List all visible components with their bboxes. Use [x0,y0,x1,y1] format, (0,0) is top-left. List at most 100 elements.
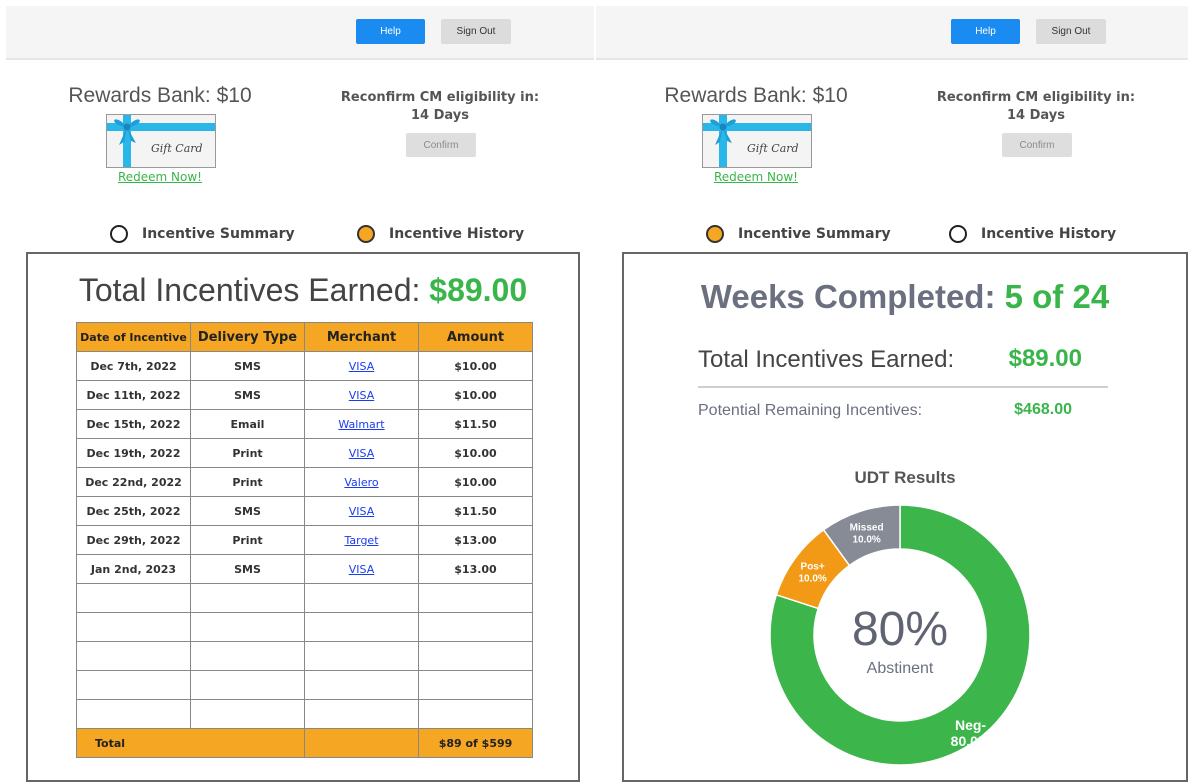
slice-label-value: 10.0% [798,574,826,585]
udt-chart-title: UDT Results [854,468,956,487]
table-row: Dec 7th, 2022 SMS VISA $10.00 [76,351,533,381]
total-label: Total [76,728,305,758]
slice-label-value: 80.0% [951,733,991,749]
table-header-row: Date of Incentive Delivery Type Merchant… [76,322,533,352]
amount-cell: $13.00 [418,554,533,584]
title-amount: $89.00 [429,272,528,308]
amount-cell: $11.50 [418,496,533,526]
radio-unselected-icon[interactable] [110,225,128,243]
help-button[interactable]: Help [951,19,1020,44]
tab-incentive-summary[interactable]: Incentive Summary [706,222,891,246]
top-bar: Help Sign Out [596,6,1188,60]
table-row: Dec 11th, 2022 SMS VISA $10.00 [76,380,533,410]
delivery-type-cell: Print [190,525,305,555]
donut-center-label: Abstinent [867,660,934,677]
redeem-now-link[interactable]: Redeem Now! [656,170,856,184]
help-button[interactable]: Help [356,19,425,44]
tab-label: Incentive Summary [738,226,891,242]
delivery-type-cell: SMS [190,496,305,526]
table-row: Dec 15th, 2022 Email Walmart $11.50 [76,409,533,439]
merchant-link[interactable]: VISA [304,438,419,468]
delivery-type-cell: Print [190,467,305,497]
slice-label-name: Missed [850,522,884,533]
radio-selected-icon[interactable] [357,225,375,243]
amount-cell: $10.00 [418,351,533,381]
top-bar: Help Sign Out [6,6,594,60]
total-earned-label: Total Incentives Earned: [698,346,955,373]
incentive-history-box: Total Incentives Earned: $89.00 Date of … [26,252,580,782]
weeks-value: 5 of 24 [1004,278,1110,315]
delivery-type-cell: Print [190,438,305,468]
total-earned-value: $89.00 [1008,345,1082,372]
incentive-history-panel: Help Sign Out Rewards Bank: $10 Gift Car… [0,0,594,782]
title-prefix: Total Incentives Earned: [78,272,430,308]
weeks-prefix: Weeks Completed: [700,278,1005,315]
date-cell: Dec 19th, 2022 [76,438,191,468]
date-cell: Dec 7th, 2022 [76,351,191,381]
date-cell: Dec 25th, 2022 [76,496,191,526]
delivery-type-cell: Email [190,409,305,439]
slice-label-name: Pos+ [801,562,825,573]
incentive-history-table: Date of Incentive Delivery Type Merchant… [76,322,533,758]
empty-row [76,583,533,613]
table-row: Dec 29th, 2022 Print Target $13.00 [76,525,533,555]
incentive-summary-box: Weeks Completed: 5 of 24 Total Incentive… [622,252,1188,782]
sign-out-button[interactable]: Sign Out [1036,19,1106,44]
empty-row [76,699,533,729]
reconfirm-eligibility: Reconfirm CM eligibility in: 14 Days [916,89,1156,125]
donut-svg: Neg-80.0%Pos+10.0%Missed10.0%80%Abstinen… [769,504,1031,766]
table-row: Dec 19th, 2022 Print VISA $10.00 [76,438,533,468]
merchant-link[interactable]: VISA [304,554,419,584]
column-header: Amount [418,322,533,352]
delivery-type-cell: SMS [190,554,305,584]
tab-label: Incentive Summary [142,226,295,242]
column-header: Merchant [304,322,419,352]
column-header: Date of Incentive [76,322,191,352]
amount-cell: $11.50 [418,409,533,439]
merchant-link[interactable]: Target [304,525,419,555]
tab-label: Incentive History [981,226,1117,242]
udt-donut-chart: Neg- 80.0% Pos+ 10.0% Missed 10.0% 80% Abstinen… [760,494,1040,776]
redeem-now-link[interactable]: Redeem Now! [60,170,260,184]
amount-cell: $13.00 [418,525,533,555]
merchant-link[interactable]: Valero [304,467,419,497]
table-row: Dec 22nd, 2022 Print Valero $10.00 [76,467,533,497]
table-row: Dec 25th, 2022 SMS VISA $11.50 [76,496,533,526]
merchant-link[interactable]: VISA [304,351,419,381]
delivery-type-cell: SMS [190,380,305,410]
amount-cell: $10.00 [418,380,533,410]
date-cell: Dec 11th, 2022 [76,380,191,410]
empty-row [76,641,533,671]
table-row: Jan 2nd, 2023 SMS VISA $13.00 [76,554,533,584]
incentive-summary-panel: Help Sign Out Rewards Bank: $10 Gift Car… [596,0,1188,782]
tab-incentive-summary[interactable]: Incentive Summary [110,222,295,246]
tab-label: Incentive History [389,226,525,242]
radio-selected-icon[interactable] [706,225,724,243]
total-row: Total $89 of $599 [76,728,533,758]
reconfirm-days: 14 Days [411,108,469,123]
divider [698,386,1108,388]
total-value: $89 of $599 [418,728,533,758]
amount-cell: $10.00 [418,467,533,497]
date-cell: Dec 15th, 2022 [76,409,191,439]
sign-out-button[interactable]: Sign Out [441,19,511,44]
delivery-type-cell: SMS [190,351,305,381]
rewards-bank-title: Rewards Bank: $10 [68,84,252,107]
confirm-button[interactable]: Confirm [406,133,476,157]
column-header: Delivery Type [190,322,305,352]
merchant-link[interactable]: Walmart [304,409,419,439]
tab-incentive-history[interactable]: Incentive History [949,222,1116,246]
merchant-link[interactable]: VISA [304,380,419,410]
gift-card-image: Gift Card [702,114,812,168]
merchant-link[interactable]: VISA [304,496,419,526]
empty-row [76,612,533,642]
slice-label-name: Neg- [955,717,986,733]
gift-card-text: Gift Card [747,142,799,155]
reconfirm-text: Reconfirm CM eligibility in: [340,90,540,105]
date-cell: Dec 22nd, 2022 [76,467,191,497]
confirm-button[interactable]: Confirm [1002,133,1072,157]
tab-incentive-history[interactable]: Incentive History [357,222,524,246]
rewards-bank-title: Rewards Bank: $10 [664,84,848,107]
radio-unselected-icon[interactable] [949,225,967,243]
reconfirm-text: Reconfirm CM eligibility in: [936,90,1136,105]
